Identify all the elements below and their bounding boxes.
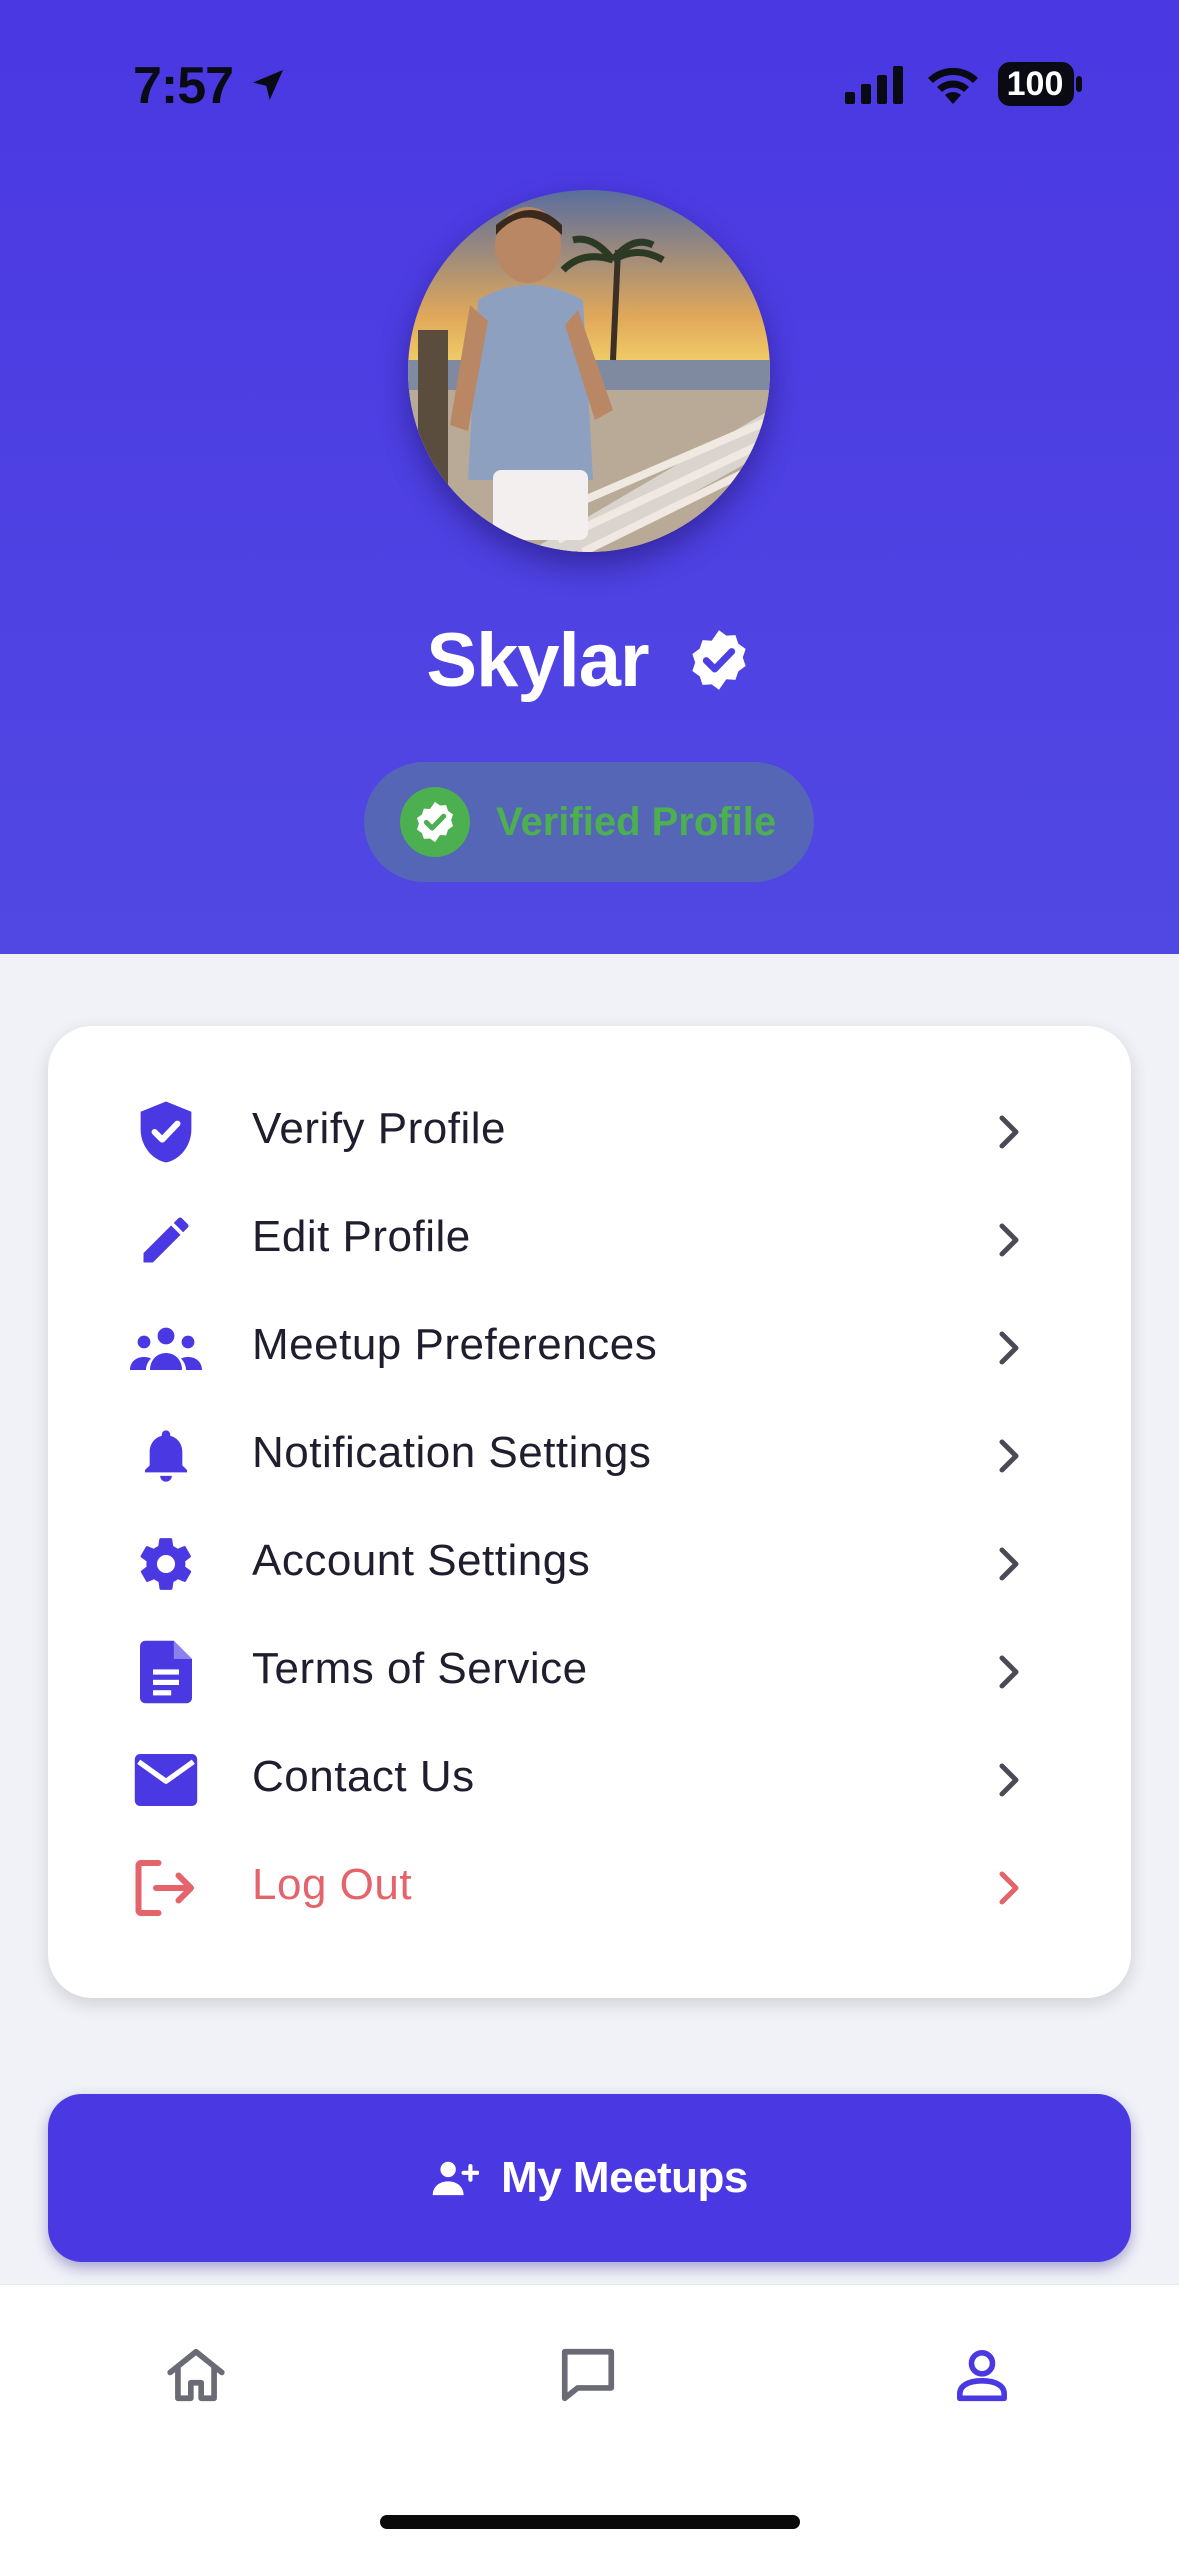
shield-check-icon	[130, 1098, 202, 1166]
menu-item-label: Meetup Preferences	[252, 1320, 658, 1369]
profile-name: Skylar	[426, 617, 649, 703]
profile-header: 7:57 100 Skylar Verified Profile	[0, 0, 1179, 954]
document-icon	[130, 1638, 202, 1706]
chevron-right-icon	[999, 1439, 1019, 1473]
gear-icon	[130, 1530, 202, 1598]
menu-item-label: Contact Us	[252, 1752, 475, 1801]
person-icon	[957, 2350, 1007, 2402]
menu-item-account-settings[interactable]: Account Settings	[48, 1510, 1131, 1618]
menu-item-label: Edit Profile	[252, 1212, 471, 1261]
pencil-icon	[130, 1206, 202, 1274]
menu-item-label: Terms of Service	[252, 1644, 588, 1693]
menu-item-label: Notification Settings	[252, 1428, 652, 1477]
menu-item-edit-profile[interactable]: Edit Profile	[48, 1186, 1131, 1294]
chevron-right-icon	[999, 1223, 1019, 1257]
avatar-photo	[408, 190, 770, 552]
tab-profile[interactable]	[942, 2335, 1022, 2415]
menu-item-verify-profile[interactable]: Verify Profile	[48, 1078, 1131, 1186]
verified-profile-label: Verified Profile	[496, 799, 777, 844]
my-meetups-label: My Meetups	[501, 2153, 748, 2202]
wifi-icon	[928, 67, 978, 104]
menu-item-label: Account Settings	[252, 1536, 591, 1585]
menu-item-meetup-preferences[interactable]: Meetup Preferences	[48, 1294, 1131, 1402]
menu-item-terms-of-service[interactable]: Terms of Service	[48, 1618, 1131, 1726]
tab-messages[interactable]	[548, 2335, 628, 2415]
user-plus-icon	[432, 2161, 480, 2196]
home-indicator[interactable]	[380, 2515, 800, 2529]
menu-item-contact-us[interactable]: Contact Us	[48, 1726, 1131, 1834]
logout-icon	[130, 1854, 202, 1922]
chevron-right-icon	[999, 1871, 1019, 1905]
group-icon	[130, 1314, 202, 1382]
menu-item-log-out[interactable]: Log Out	[48, 1834, 1131, 1942]
menu-item-notification-settings[interactable]: Notification Settings	[48, 1402, 1131, 1510]
envelope-icon	[130, 1746, 202, 1814]
location-arrow-icon	[253, 70, 283, 100]
battery-icon: 100	[998, 62, 1082, 111]
cellular-signal-icon	[845, 66, 903, 104]
profile-name-row: Skylar	[0, 610, 1179, 710]
menu-item-label: Verify Profile	[252, 1104, 506, 1153]
chevron-right-icon	[999, 1547, 1019, 1581]
tab-home[interactable]	[156, 2335, 236, 2415]
chevron-right-icon	[999, 1655, 1019, 1689]
status-time: 7:57	[133, 57, 234, 115]
chevron-right-icon	[999, 1331, 1019, 1365]
status-bar: 7:57 100	[0, 0, 1179, 150]
menu-item-label: Log Out	[252, 1860, 413, 1909]
verified-check-icon	[400, 787, 470, 857]
chevron-right-icon	[999, 1115, 1019, 1149]
my-meetups-button[interactable]: My Meetups	[48, 2094, 1131, 2262]
settings-menu: Verify Profile Edit Profile Meetup Prefe…	[48, 1026, 1131, 1998]
chat-bubble-icon	[561, 2348, 615, 2402]
verified-profile-badge: Verified Profile	[364, 762, 814, 882]
bell-icon	[130, 1422, 202, 1490]
avatar[interactable]	[408, 190, 770, 552]
verified-badge-icon	[691, 630, 746, 690]
home-icon	[167, 2348, 225, 2402]
chevron-right-icon	[999, 1763, 1019, 1797]
battery-level: 100	[1006, 65, 1064, 103]
